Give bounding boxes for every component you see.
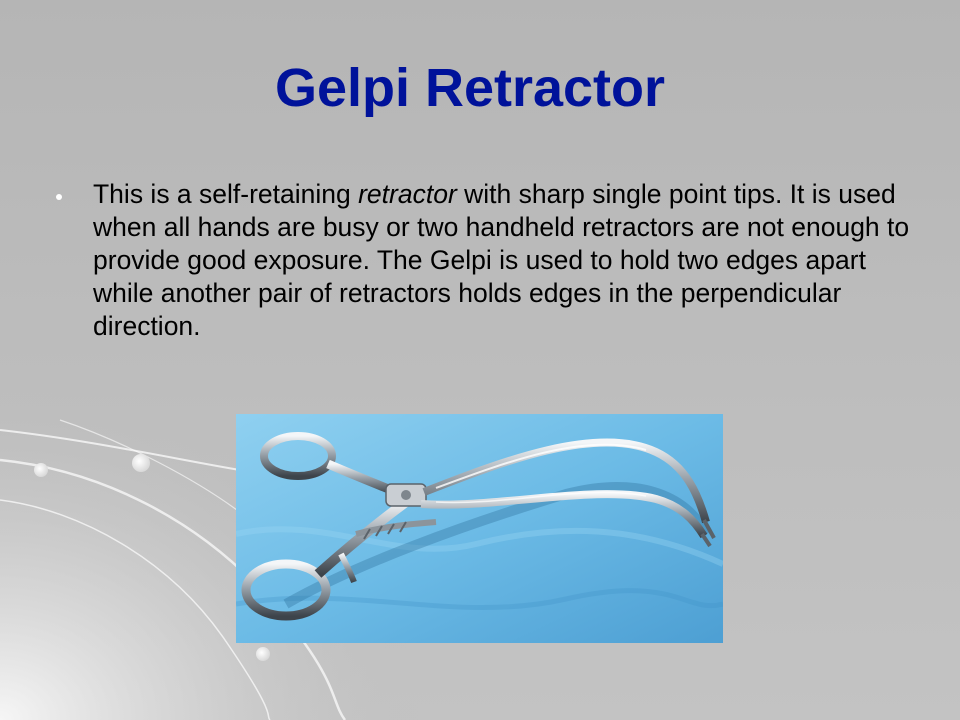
bullet-dot-icon: [56, 194, 62, 200]
bullet-text: This is a self-retaining retractor with …: [93, 179, 909, 341]
gelpi-retractor-photo: [236, 414, 723, 643]
bullet-text-emphasis: retractor: [358, 179, 457, 209]
decor-dot: [256, 647, 270, 661]
decor-dot: [132, 454, 150, 472]
bullet-text-before: This is a self-retaining: [93, 179, 359, 209]
decor-dot: [34, 463, 48, 477]
slide-title: Gelpi Retractor: [274, 58, 666, 118]
slide: Gelpi Retractor This is a self-retaining…: [0, 0, 960, 720]
bullet-list: This is a self-retaining retractor with …: [56, 178, 916, 343]
retractor-illustration: [236, 414, 723, 643]
bullet-item: This is a self-retaining retractor with …: [56, 178, 916, 343]
